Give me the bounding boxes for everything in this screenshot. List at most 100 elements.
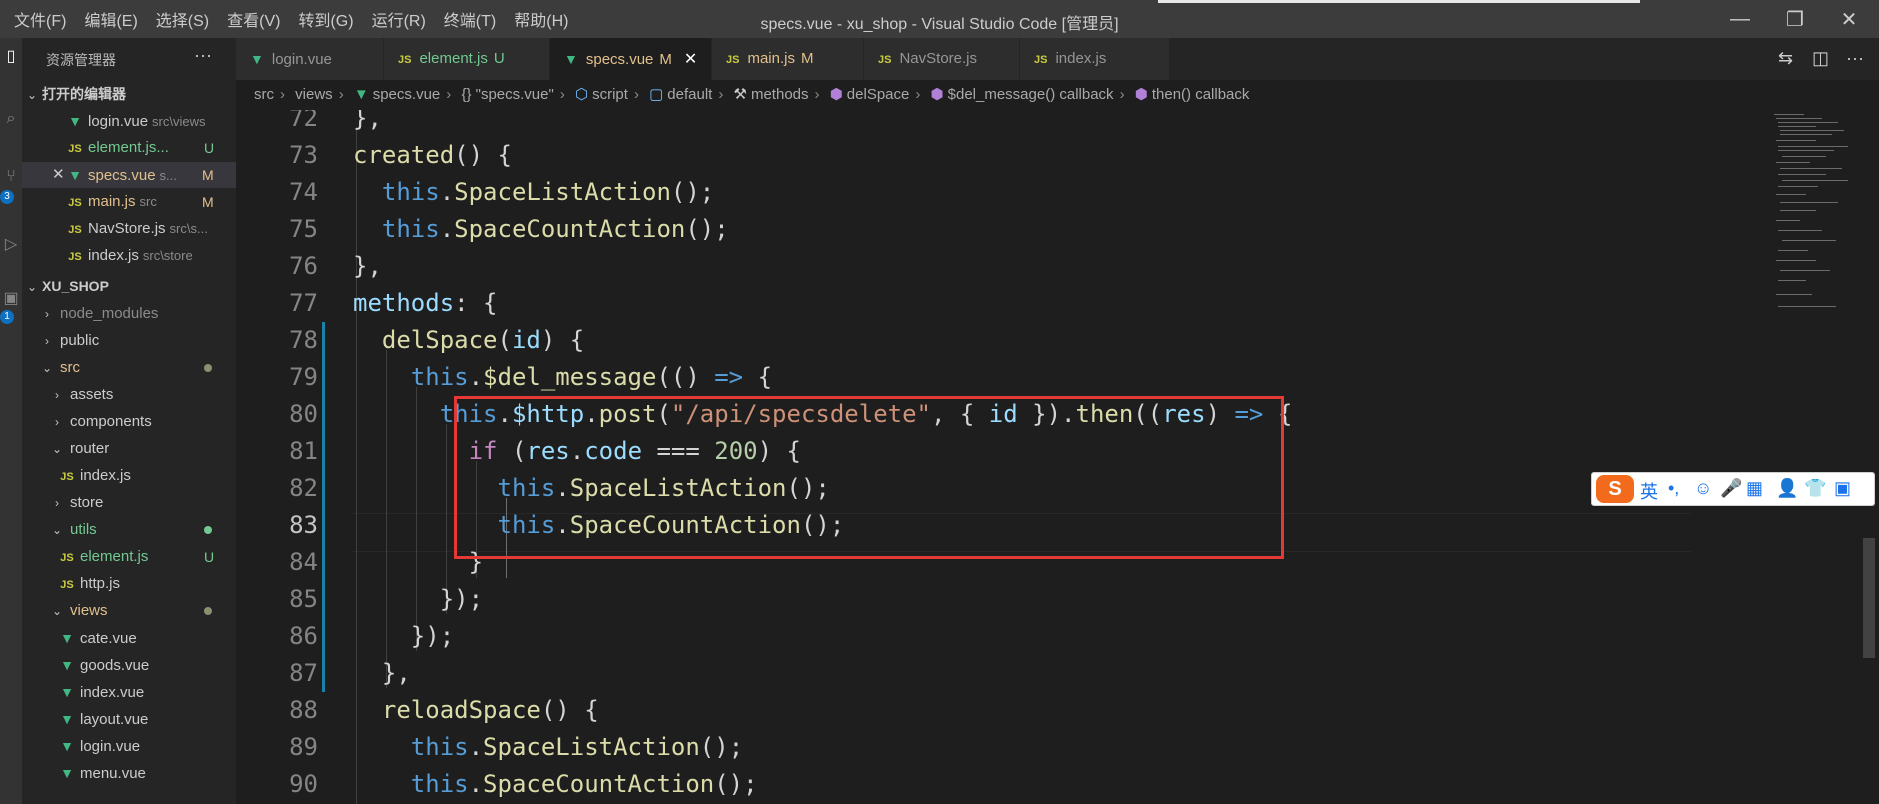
open-editor-item[interactable]: JS element.js... U: [22, 135, 236, 161]
close-icon[interactable]: ✕: [52, 162, 65, 188]
vertical-scrollbar[interactable]: [1863, 110, 1879, 804]
modified-dot: [204, 364, 212, 372]
line-number: 74: [289, 178, 318, 206]
file-name: index.js: [80, 467, 131, 484]
tree-file[interactable]: JS http.js: [22, 571, 236, 597]
close-icon[interactable]: ✕: [684, 51, 697, 68]
tree-file[interactable]: ▼ goods.vue: [22, 652, 236, 678]
menu-file[interactable]: 文件(F): [14, 7, 66, 31]
skin-icon[interactable]: 👕: [1804, 478, 1826, 499]
breadcrumb-item[interactable]: src: [254, 86, 274, 103]
open-editor-item[interactable]: JS main.js src M: [22, 189, 236, 215]
run-debug-icon[interactable]: ▷: [0, 234, 22, 254]
menu-selection[interactable]: 选择(S): [156, 7, 209, 31]
chevron-right-icon: ›: [814, 86, 820, 103]
explorer-sidebar: 资源管理器 ··· ⌄ 打开的编辑器 ▼ login.vue src\views JS…: [22, 38, 236, 804]
scrollbar-thumb[interactable]: [1863, 538, 1875, 658]
breadcrumb-item[interactable]: {} "specs.vue": [461, 86, 553, 103]
editor-tab-bar: ▼ login.vue JS element.js U ▼ specs.vue M ✕ JS…: [236, 38, 1879, 80]
menu-terminal[interactable]: 终端(T): [444, 7, 496, 31]
code-line: },: [353, 659, 411, 687]
explorer-icon[interactable]: ▯: [0, 46, 22, 66]
tab-element-js[interactable]: JS element.js U: [384, 38, 550, 80]
tree-folder[interactable]: ⌄ utils: [22, 517, 236, 543]
line-number: 89: [289, 733, 318, 761]
more-actions-icon[interactable]: ···: [194, 45, 212, 66]
tree-folder[interactable]: › components: [22, 409, 236, 435]
js-file-icon: JS: [60, 552, 74, 564]
menu-edit[interactable]: 编辑(E): [84, 7, 137, 31]
tab-login-vue[interactable]: ▼ login.vue: [236, 38, 384, 80]
breadcrumb-item[interactable]: specs.vue: [373, 86, 441, 103]
open-editor-item[interactable]: JS index.js src\store: [22, 243, 236, 269]
tree-folder[interactable]: ⌄ router: [22, 436, 236, 462]
tree-folder[interactable]: › public: [22, 328, 236, 354]
close-window-button[interactable]: ✕: [1819, 0, 1879, 38]
menu-go[interactable]: 转到(G): [298, 7, 353, 31]
tree-file[interactable]: ▼ login.vue: [22, 733, 236, 759]
emoji-icon[interactable]: ☺: [1694, 478, 1712, 499]
toolbox-icon[interactable]: ▣: [1834, 478, 1851, 499]
code-line: this.SpaceCountAction();: [410, 770, 758, 798]
line-number: 85: [289, 585, 318, 613]
tree-folder[interactable]: › assets: [22, 382, 236, 408]
breadcrumb-item[interactable]: methods: [751, 86, 809, 103]
tree-file[interactable]: JS element.js U: [22, 544, 236, 570]
open-editor-item[interactable]: JS NavStore.js src\s...: [22, 216, 236, 242]
maximize-button[interactable]: ❐: [1765, 0, 1825, 38]
breadcrumb-item[interactable]: then() callback: [1152, 86, 1250, 103]
source-control-icon[interactable]: ⑂: [0, 168, 22, 186]
tree-folder[interactable]: › store: [22, 490, 236, 516]
tab-index-js[interactable]: JS index.js: [1020, 38, 1170, 80]
menu-help[interactable]: 帮助(H): [514, 7, 568, 31]
code-line: this.$del_message(() => {: [410, 363, 773, 391]
open-editor-item-active[interactable]: ✕ ▼ specs.vue s... M: [22, 162, 236, 188]
tree-file[interactable]: ▼ menu.vue: [22, 760, 236, 786]
menu-run[interactable]: 运行(R): [372, 7, 426, 31]
untracked-badge: U: [493, 50, 505, 67]
tree-file[interactable]: ▼ index.vue: [22, 679, 236, 705]
folder-name: router: [70, 440, 110, 457]
tab-specs-vue[interactable]: ▼ specs.vue M ✕: [550, 38, 712, 80]
open-editors-label: 打开的编辑器: [42, 86, 126, 102]
breadcrumb-item[interactable]: script: [592, 86, 628, 103]
tab-main-js[interactable]: JS main.js M: [712, 38, 864, 80]
minimap[interactable]: [1766, 110, 1856, 804]
tab-navstore-js[interactable]: JS NavStore.js: [864, 38, 1020, 80]
code-editor[interactable]: 72 73 74 75 76 77 78 79 80 81 82 83 84 8…: [236, 110, 1879, 804]
ime-language-toggle[interactable]: 英: [1640, 478, 1658, 504]
file-path: src\s...: [169, 221, 208, 236]
microphone-icon[interactable]: 🎤: [1720, 478, 1742, 499]
breadcrumb-item[interactable]: delSpace: [847, 86, 910, 103]
tree-file[interactable]: ▼ layout.vue: [22, 706, 236, 732]
tree-file[interactable]: JS index.js: [22, 463, 236, 489]
keyboard-icon[interactable]: ▦: [1746, 478, 1763, 499]
breadcrumb-item[interactable]: default: [667, 86, 712, 103]
tree-file[interactable]: ▼ cate.vue: [22, 625, 236, 651]
punctuation-icon[interactable]: •,: [1668, 478, 1679, 499]
tree-folder[interactable]: ⌄ views: [22, 598, 236, 624]
more-actions-icon[interactable]: ···: [1846, 48, 1864, 69]
user-icon[interactable]: 👤: [1776, 478, 1798, 499]
breadcrumb-item[interactable]: $del_message() callback: [948, 86, 1114, 103]
open-changes-icon[interactable]: ⇆: [1778, 48, 1793, 69]
tab-label: NavStore.js: [899, 50, 977, 67]
code-line: this.SpaceCountAction();: [381, 215, 729, 243]
code-line: },: [353, 110, 382, 132]
minimize-button[interactable]: —: [1710, 0, 1770, 38]
breadcrumb-item[interactable]: views: [295, 86, 333, 103]
split-editor-icon[interactable]: ◫: [1812, 48, 1829, 69]
open-editor-item[interactable]: ▼ login.vue src\views: [22, 108, 236, 134]
tree-folder[interactable]: ⌄ src: [22, 355, 236, 381]
tree-folder[interactable]: › node_modules: [22, 301, 236, 327]
file-name: main.js: [88, 193, 136, 210]
project-header[interactable]: ⌄ XU_SHOP: [22, 278, 236, 302]
open-editors-header[interactable]: ⌄ 打开的编辑器: [22, 84, 236, 108]
title-bar: 文件(F) 编辑(E) 选择(S) 查看(V) 转到(G) 运行(R) 终端(T…: [0, 0, 1879, 38]
extensions-icon[interactable]: ▣: [0, 288, 22, 308]
tab-label: element.js: [419, 50, 488, 67]
menu-view[interactable]: 查看(V): [227, 7, 280, 31]
sogou-logo-icon[interactable]: S: [1596, 475, 1634, 503]
search-icon[interactable]: ⌕: [0, 110, 22, 128]
vue-file-icon: ▼: [564, 51, 578, 67]
